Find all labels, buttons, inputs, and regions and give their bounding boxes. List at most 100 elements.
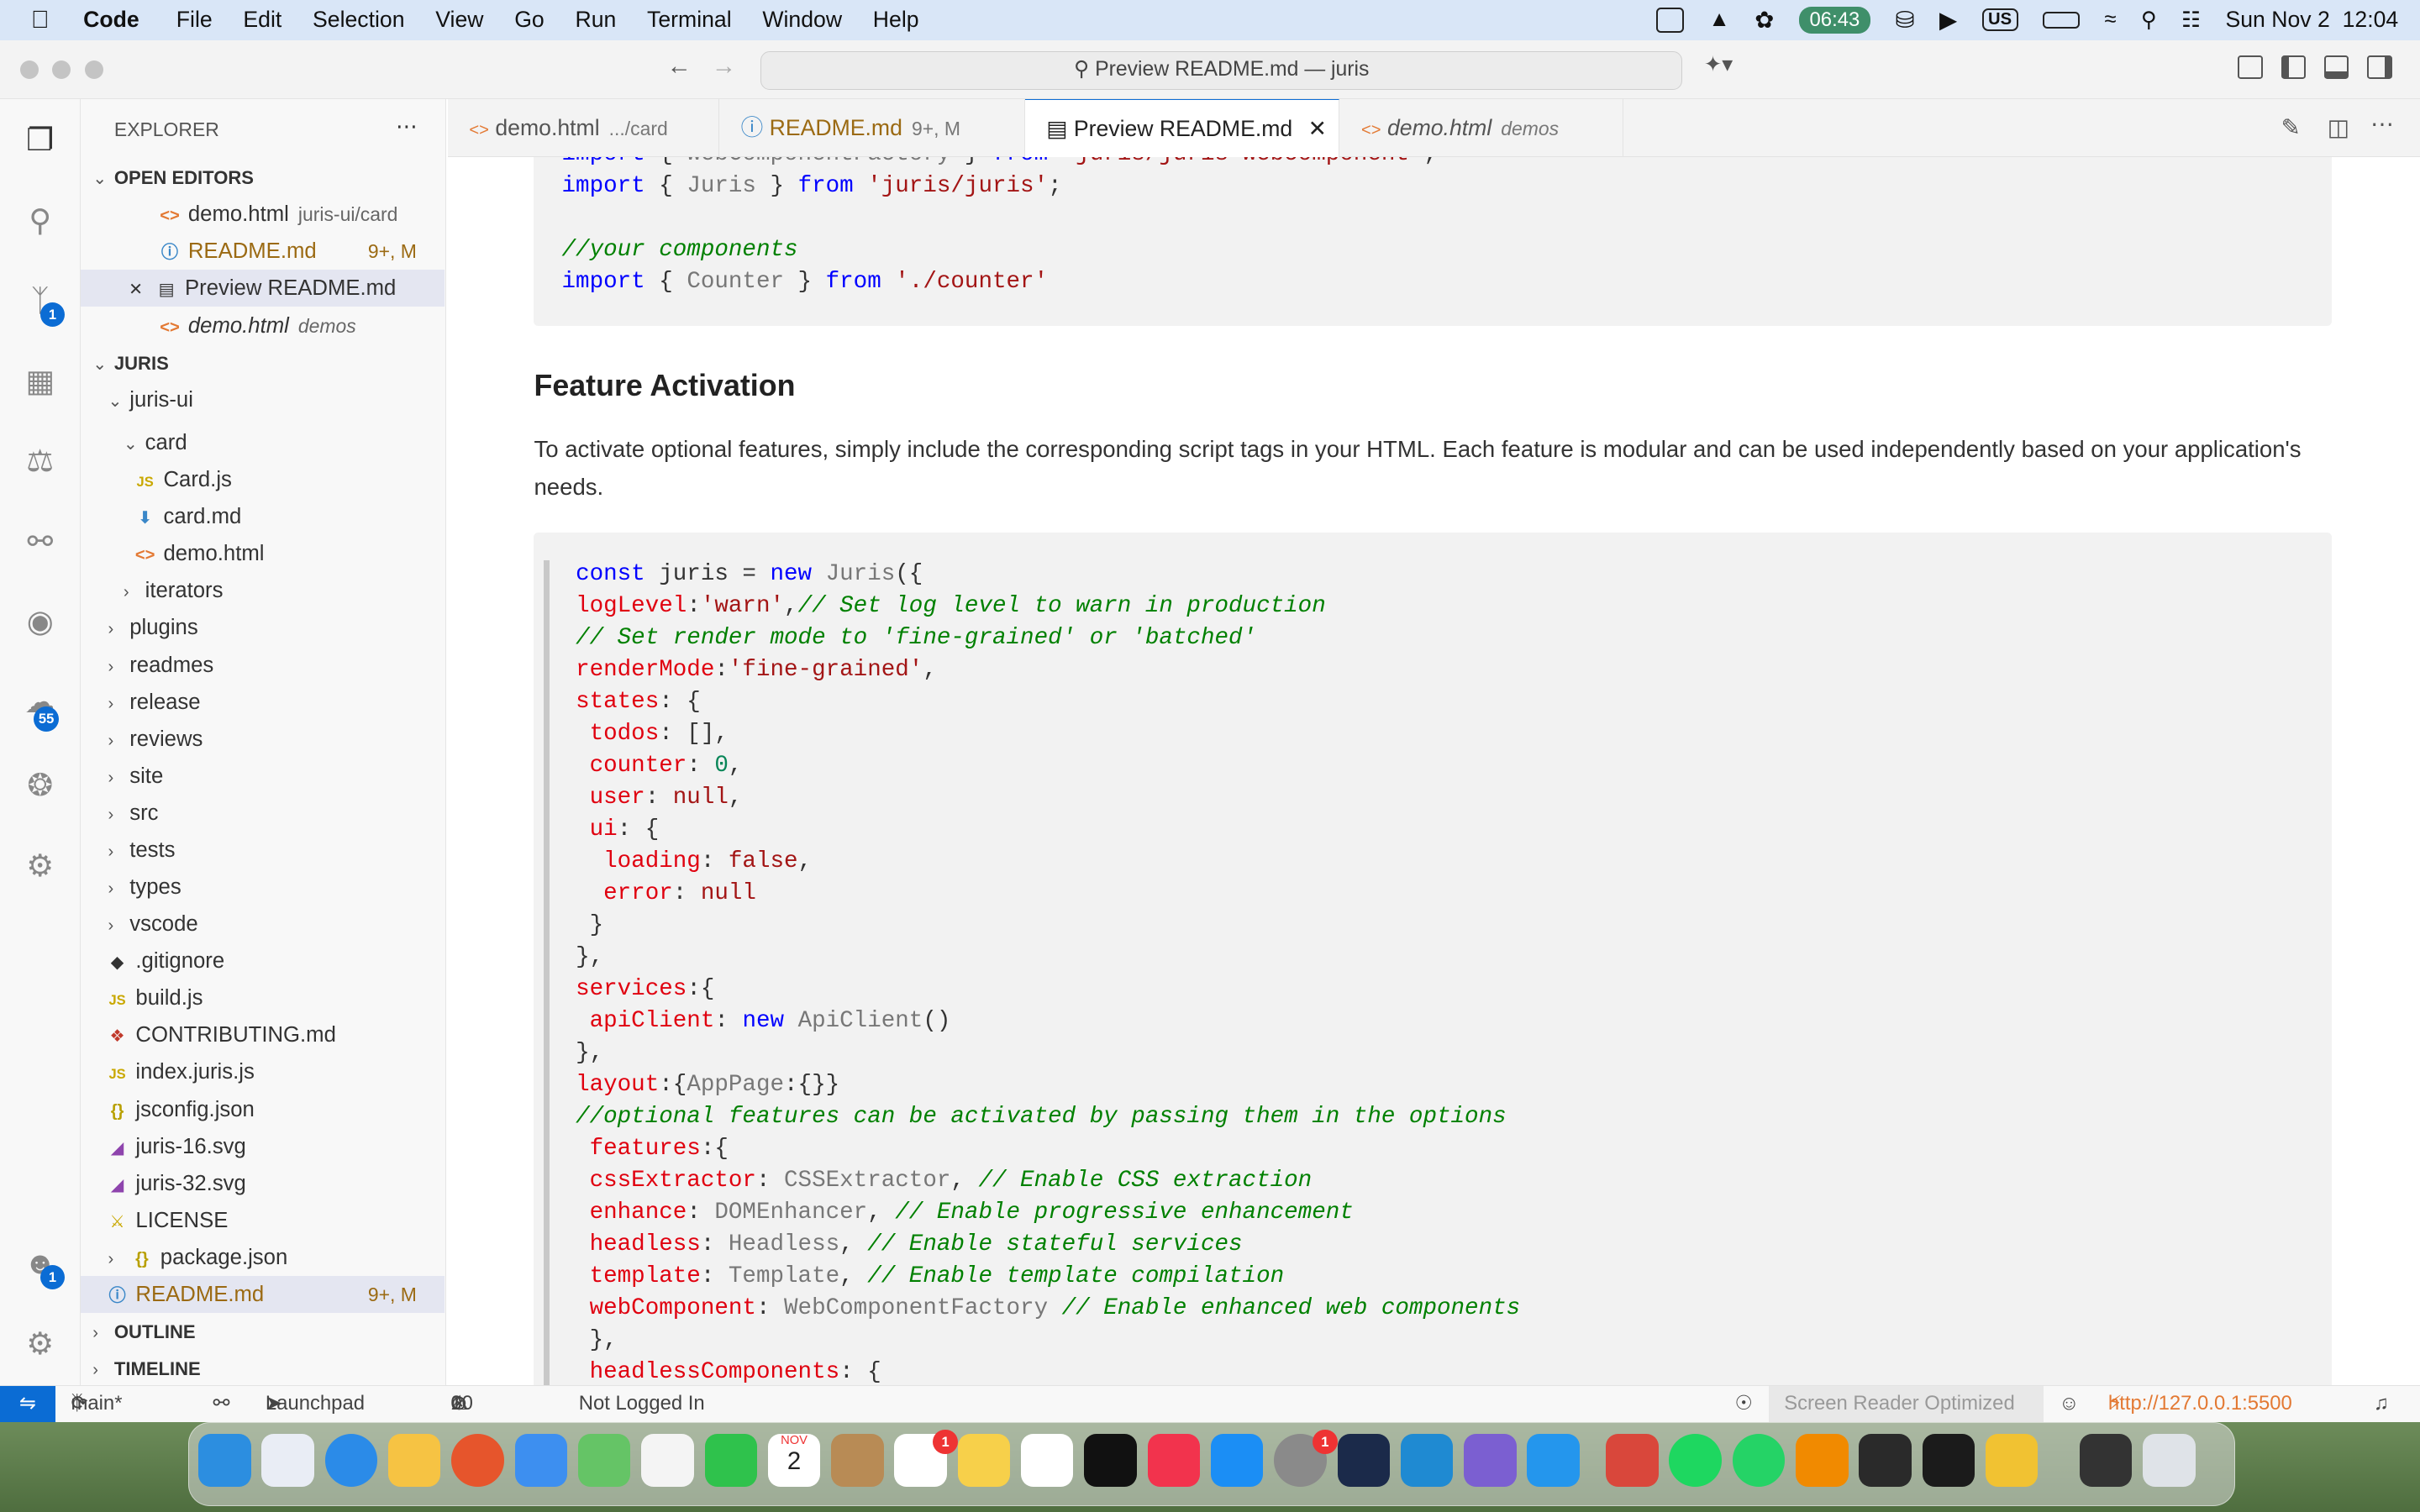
- tableplus-icon[interactable]: [1985, 1434, 2039, 1487]
- folder-reviews[interactable]: › reviews: [81, 721, 445, 758]
- file-package-json[interactable]: ›{} package.json: [81, 1239, 445, 1276]
- launchpad-icon[interactable]: [261, 1434, 314, 1487]
- firefox-icon[interactable]: [451, 1434, 504, 1487]
- split-editor-icon[interactable]: ◫: [2328, 114, 2349, 141]
- file-index-juris-js[interactable]: JS index.juris.js: [81, 1053, 445, 1090]
- timer-badge[interactable]: 06:43: [1798, 7, 1871, 34]
- more-actions-icon[interactable]: ⋯: [396, 114, 418, 139]
- tab-preview-readme[interactable]: ▤ Preview README.md ✕: [1024, 98, 1340, 158]
- minimize-window-button[interactable]: [52, 60, 71, 79]
- file-card-md[interactable]: ⬇ card.md: [81, 498, 445, 535]
- close-tab-icon[interactable]: ✕: [1308, 116, 1327, 141]
- file-license[interactable]: ⚔ LICENSE: [81, 1202, 445, 1239]
- open-editor-item[interactable]: <> demo.html demos: [81, 307, 445, 344]
- customize-layout-icon[interactable]: [2238, 55, 2263, 79]
- disk-utility-icon[interactable]: [1337, 1434, 1390, 1487]
- spotify-icon[interactable]: [1669, 1434, 1722, 1487]
- xcode-cleaner-icon[interactable]: [1606, 1434, 1659, 1487]
- folder-plugins[interactable]: › plugins: [81, 609, 445, 646]
- database-app-icon[interactable]: [1464, 1434, 1517, 1487]
- extensions-icon[interactable]: ▦: [20, 361, 60, 402]
- tab-demo-html-card[interactable]: <> demo.html .../card: [448, 98, 719, 158]
- folder-tests[interactable]: › tests: [81, 832, 445, 869]
- app-store-icon[interactable]: [1210, 1434, 1264, 1487]
- folder-iterators[interactable]: › iterators: [81, 572, 445, 609]
- clock-datetime[interactable]: Sun Nov 2 12:04: [2225, 7, 2398, 33]
- fan-icon[interactable]: ✿: [1754, 7, 1774, 34]
- toggle-primary-sidebar-icon[interactable]: [2281, 55, 2307, 79]
- copilot-icon[interactable]: ✦▾: [1704, 52, 1733, 77]
- tab-demo-html-demos[interactable]: <> demo.html demos: [1339, 98, 1624, 158]
- photos-icon[interactable]: [641, 1434, 694, 1487]
- forward-arrow-icon[interactable]: →: [712, 52, 736, 81]
- database-icon[interactable]: ⛁: [1895, 7, 1914, 34]
- timeline-section-header[interactable]: › TIMELINE: [81, 1350, 445, 1387]
- menu-help[interactable]: Help: [873, 7, 919, 33]
- manage-gear-icon[interactable]: ⚙: [20, 1324, 60, 1364]
- notifications-bell-icon[interactable]: ♫: [2374, 1386, 2389, 1421]
- login-status[interactable]: Not Logged In: [579, 1386, 705, 1421]
- open-source-icon[interactable]: ✎: [2281, 114, 2301, 141]
- git-history-icon[interactable]: ⚯: [20, 522, 60, 562]
- folder-types[interactable]: › types: [81, 869, 445, 906]
- toggle-secondary-sidebar-icon[interactable]: [2367, 55, 2392, 79]
- menu-terminal[interactable]: Terminal: [647, 7, 732, 33]
- play-circle-icon[interactable]: ▶: [1939, 7, 1957, 34]
- tab-readme-md[interactable]: ⓘ README.md 9+, M: [719, 98, 1025, 158]
- folder-site[interactable]: › site: [81, 758, 445, 795]
- vlc-icon[interactable]: [1796, 1434, 1849, 1487]
- search-icon[interactable]: ⚲: [20, 201, 60, 241]
- arc-icon[interactable]: [387, 1434, 441, 1487]
- file-jsconfig-json[interactable]: {} jsconfig.json: [81, 1091, 445, 1128]
- file-gitignore[interactable]: ◆ .gitignore: [81, 942, 445, 979]
- git-graph-icon[interactable]: ⚯: [213, 1386, 229, 1421]
- maps-icon[interactable]: [577, 1434, 631, 1487]
- kubernetes-icon[interactable]: ❂: [20, 765, 60, 806]
- file-build-js[interactable]: JS build.js: [81, 979, 445, 1016]
- open-editors-header[interactable]: ⌄ OPEN EDITORS: [81, 159, 445, 196]
- apple-icon[interactable]: : [31, 6, 62, 34]
- trash-icon[interactable]: [2143, 1434, 2196, 1487]
- close-window-button[interactable]: [19, 60, 39, 79]
- github-icon[interactable]: ◉: [20, 601, 60, 642]
- facetime-icon[interactable]: [704, 1434, 757, 1487]
- menu-go[interactable]: Go: [514, 7, 544, 33]
- project-root-header[interactable]: ⌄ JURIS: [81, 344, 445, 381]
- keyboard-status-icon[interactable]: [1655, 8, 1685, 33]
- remote-indicator-icon[interactable]: ⇋: [0, 1386, 56, 1424]
- location-pin-icon[interactable]: ☉: [1734, 1386, 1752, 1421]
- more-actions-icon[interactable]: ⋯: [2370, 111, 2394, 138]
- folder-readmes[interactable]: › readmes: [81, 647, 445, 684]
- folder-release[interactable]: › release: [81, 684, 445, 721]
- mail-icon[interactable]: [514, 1434, 568, 1487]
- file-demo-html[interactable]: <> demo.html: [81, 535, 445, 572]
- menu-run[interactable]: Run: [575, 7, 616, 33]
- folder-card[interactable]: ⌄ card: [81, 424, 445, 461]
- folder-src[interactable]: › src: [81, 795, 445, 832]
- open-editor-item[interactable]: <> demo.html juris-ui/card: [81, 196, 445, 233]
- wifi-icon[interactable]: ≈: [2104, 8, 2116, 32]
- vlc-cone-icon[interactable]: ▲: [1708, 8, 1729, 32]
- apple-tv-icon[interactable]: [1084, 1434, 1137, 1487]
- downloads-stack-icon[interactable]: [2080, 1434, 2133, 1487]
- search-icon[interactable]: ⚲: [2141, 8, 2157, 33]
- back-arrow-icon[interactable]: ←: [666, 52, 691, 81]
- vscode-icon[interactable]: [1400, 1434, 1454, 1487]
- open-editor-item[interactable]: ⓘ README.md 9+, M: [81, 233, 445, 270]
- file-juris-16-svg[interactable]: ◢ juris-16.svg: [81, 1128, 445, 1165]
- menu-file[interactable]: File: [176, 7, 213, 33]
- command-center[interactable]: ⚲ Preview README.md — juris: [760, 50, 1682, 90]
- contacts-icon[interactable]: [831, 1434, 884, 1487]
- music-icon[interactable]: [1147, 1434, 1201, 1487]
- notes-icon[interactable]: [957, 1434, 1011, 1487]
- menu-selection[interactable]: Selection: [313, 7, 405, 33]
- menu-edit[interactable]: Edit: [243, 7, 281, 33]
- explorer-files-icon[interactable]: ❐: [20, 120, 60, 160]
- close-icon[interactable]: ✕: [124, 271, 148, 308]
- docker-settings-icon[interactable]: ⚙: [20, 846, 60, 886]
- zoom-window-button[interactable]: [85, 60, 104, 79]
- battery-icon[interactable]: [2042, 11, 2080, 29]
- outline-section-header[interactable]: › OUTLINE: [81, 1313, 445, 1350]
- calendar-icon[interactable]: NOV 2: [767, 1434, 821, 1487]
- control-center-icon[interactable]: ☷: [2181, 8, 2201, 33]
